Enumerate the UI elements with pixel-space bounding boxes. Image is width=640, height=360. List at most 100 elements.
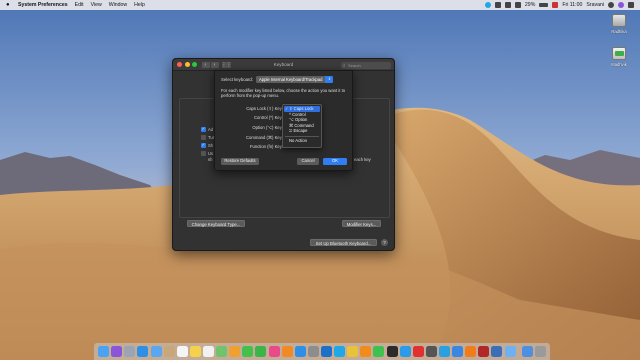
external-drive-icon <box>612 47 626 60</box>
show-all-grid-icon[interactable]: ⋮⋮ <box>221 61 232 68</box>
twitter-icon[interactable] <box>399 346 411 357</box>
user-name[interactable]: Sravani <box>586 2 604 8</box>
ok-button[interactable]: OK <box>323 158 347 165</box>
apple-menu-icon[interactable]: ● <box>6 2 13 8</box>
menu-item-label: No Action <box>289 138 307 144</box>
keyboard-select-popup[interactable]: Apple Internal Keyboard/Trackpad ⇕ <box>256 76 334 83</box>
cancel-button[interactable]: Cancel <box>297 158 319 165</box>
camera-icon[interactable] <box>425 346 437 357</box>
control-key-label: Control (^) Key: <box>254 115 283 120</box>
finder-icon[interactable] <box>98 346 110 357</box>
outlook-icon[interactable] <box>320 346 332 357</box>
airmail-icon[interactable] <box>452 346 464 357</box>
downloads-icon[interactable] <box>521 346 533 357</box>
modifier-action-menu: ✓ ⇪ Caps Lock ^ Control ⌥ Option ⌘ Comma… <box>282 104 322 148</box>
checkbox-label-tail: each key <box>354 157 371 162</box>
command-key-label: Command (⌘) Key: <box>246 135 283 140</box>
zoom-button[interactable] <box>192 62 197 67</box>
checkbox-label-continued: sh <box>208 157 213 162</box>
desktop-drive-radhika[interactable]: Radhika <box>606 14 632 34</box>
vlc-icon[interactable] <box>360 346 372 357</box>
select-keyboard-label: Select keyboard: <box>221 77 254 82</box>
screen-sharing-icon[interactable] <box>491 346 503 357</box>
menu-window[interactable]: Window <box>109 2 127 8</box>
option-key-label: Option (⌥) Key: <box>252 125 283 130</box>
checkbox-use-fn-keys[interactable] <box>201 151 206 156</box>
change-keyboard-type-button[interactable]: Change Keyboard Type... <box>187 220 245 227</box>
trash-icon[interactable] <box>534 346 546 357</box>
menu-item-label: ^ Control <box>289 111 306 117</box>
chrome-icon[interactable] <box>347 346 359 357</box>
sheet-instructions: For each modifier key listed below, choo… <box>221 88 346 99</box>
menu-item-label: ⇪ Caps Lock <box>289 106 314 111</box>
checkbox-label: Us <box>208 151 214 156</box>
help-button[interactable]: ? <box>381 239 388 246</box>
youtube-icon[interactable] <box>412 346 424 357</box>
desktop-drive-madhvik[interactable]: Madhvik <box>606 47 632 67</box>
siri-menubar-icon[interactable] <box>618 2 624 8</box>
battery-icon[interactable] <box>539 3 549 7</box>
menu-item-no-action[interactable]: No Action <box>283 138 321 144</box>
reminders-icon[interactable] <box>202 346 214 357</box>
keyboard-select-value: Apple Internal Keyboard/Trackpad <box>259 77 323 82</box>
menu-help[interactable]: Help <box>134 2 145 8</box>
menu-item-label: ⌥ Option <box>289 117 308 123</box>
facetime-icon[interactable] <box>255 346 267 357</box>
minimize-button[interactable] <box>184 62 190 67</box>
ibooks-icon[interactable] <box>281 346 293 357</box>
menu-item-label: ⎋ Escape <box>289 128 308 134</box>
bluetooth-status-icon[interactable] <box>504 2 511 8</box>
mail-icon[interactable] <box>150 346 162 357</box>
app-store-icon[interactable] <box>294 346 306 357</box>
back-button[interactable]: ‹ <box>201 61 210 68</box>
folder-icon[interactable] <box>504 346 516 357</box>
notes-icon[interactable] <box>189 346 201 357</box>
system-preferences-icon[interactable] <box>307 346 319 357</box>
dock <box>94 343 550 360</box>
restore-defaults-button[interactable]: Restore Defaults <box>221 158 259 165</box>
calendar-icon[interactable] <box>176 346 188 357</box>
siri-icon[interactable] <box>111 346 123 357</box>
itunes-icon[interactable] <box>268 346 280 357</box>
skype-icon[interactable] <box>334 346 346 357</box>
whatsapp-icon[interactable] <box>373 346 385 357</box>
status-area: 29% Fri 11:00 Sravani <box>484 2 634 8</box>
safari-icon[interactable] <box>137 346 149 357</box>
launchpad-icon[interactable] <box>124 346 136 357</box>
menu-item-escape[interactable]: ⎋ Escape <box>283 128 321 134</box>
search-icon: ⌕ <box>343 62 346 68</box>
notification-center-icon[interactable] <box>628 2 634 8</box>
skype-status-icon[interactable] <box>484 2 491 8</box>
photo-booth-icon[interactable] <box>478 346 490 357</box>
clock[interactable]: Fri 11:00 <box>562 2 582 8</box>
modifier-keys-button[interactable]: Modifier Keys... <box>342 220 381 227</box>
caps-lock-key-label: Caps Lock (⇪) Key: <box>246 106 283 111</box>
telegram-icon[interactable] <box>438 346 450 357</box>
vlc-2-icon[interactable] <box>465 346 477 357</box>
menu-separator <box>285 135 319 137</box>
messages-icon[interactable] <box>242 346 254 357</box>
close-button[interactable] <box>177 62 182 67</box>
wifi-status-icon[interactable] <box>494 2 501 8</box>
chevron-updown-icon: ⇕ <box>325 76 334 83</box>
maps-icon[interactable] <box>216 346 228 357</box>
spotlight-icon[interactable] <box>608 2 614 8</box>
volume-status-icon[interactable] <box>514 2 521 8</box>
menu-bar: ● System Preferences Edit View Window He… <box>0 0 640 10</box>
contacts-icon[interactable] <box>163 346 175 357</box>
terminal-icon[interactable] <box>386 346 398 357</box>
desktop-icon-label: Radhika <box>611 29 627 34</box>
menu-edit[interactable]: Edit <box>75 2 84 8</box>
hard-drive-icon <box>612 14 626 27</box>
setup-bluetooth-keyboard-button[interactable]: Set Up Bluetooth Keyboard... <box>310 239 377 246</box>
menu-app-name[interactable]: System Preferences <box>18 2 68 8</box>
function-key-label: Function (fn) Key: <box>249 144 283 149</box>
flag-icon[interactable] <box>552 2 559 8</box>
menu-view[interactable]: View <box>91 2 102 8</box>
menu-item-label: ⌘ Command <box>289 122 314 128</box>
forward-button[interactable]: › <box>210 61 219 68</box>
search-field[interactable]: ⌕ Search <box>341 61 391 69</box>
keyboard-select-row: Select keyboard: Apple Internal Keyboard… <box>221 76 334 83</box>
battery-percentage[interactable]: 29% <box>525 2 535 8</box>
photos-icon[interactable] <box>229 346 241 357</box>
